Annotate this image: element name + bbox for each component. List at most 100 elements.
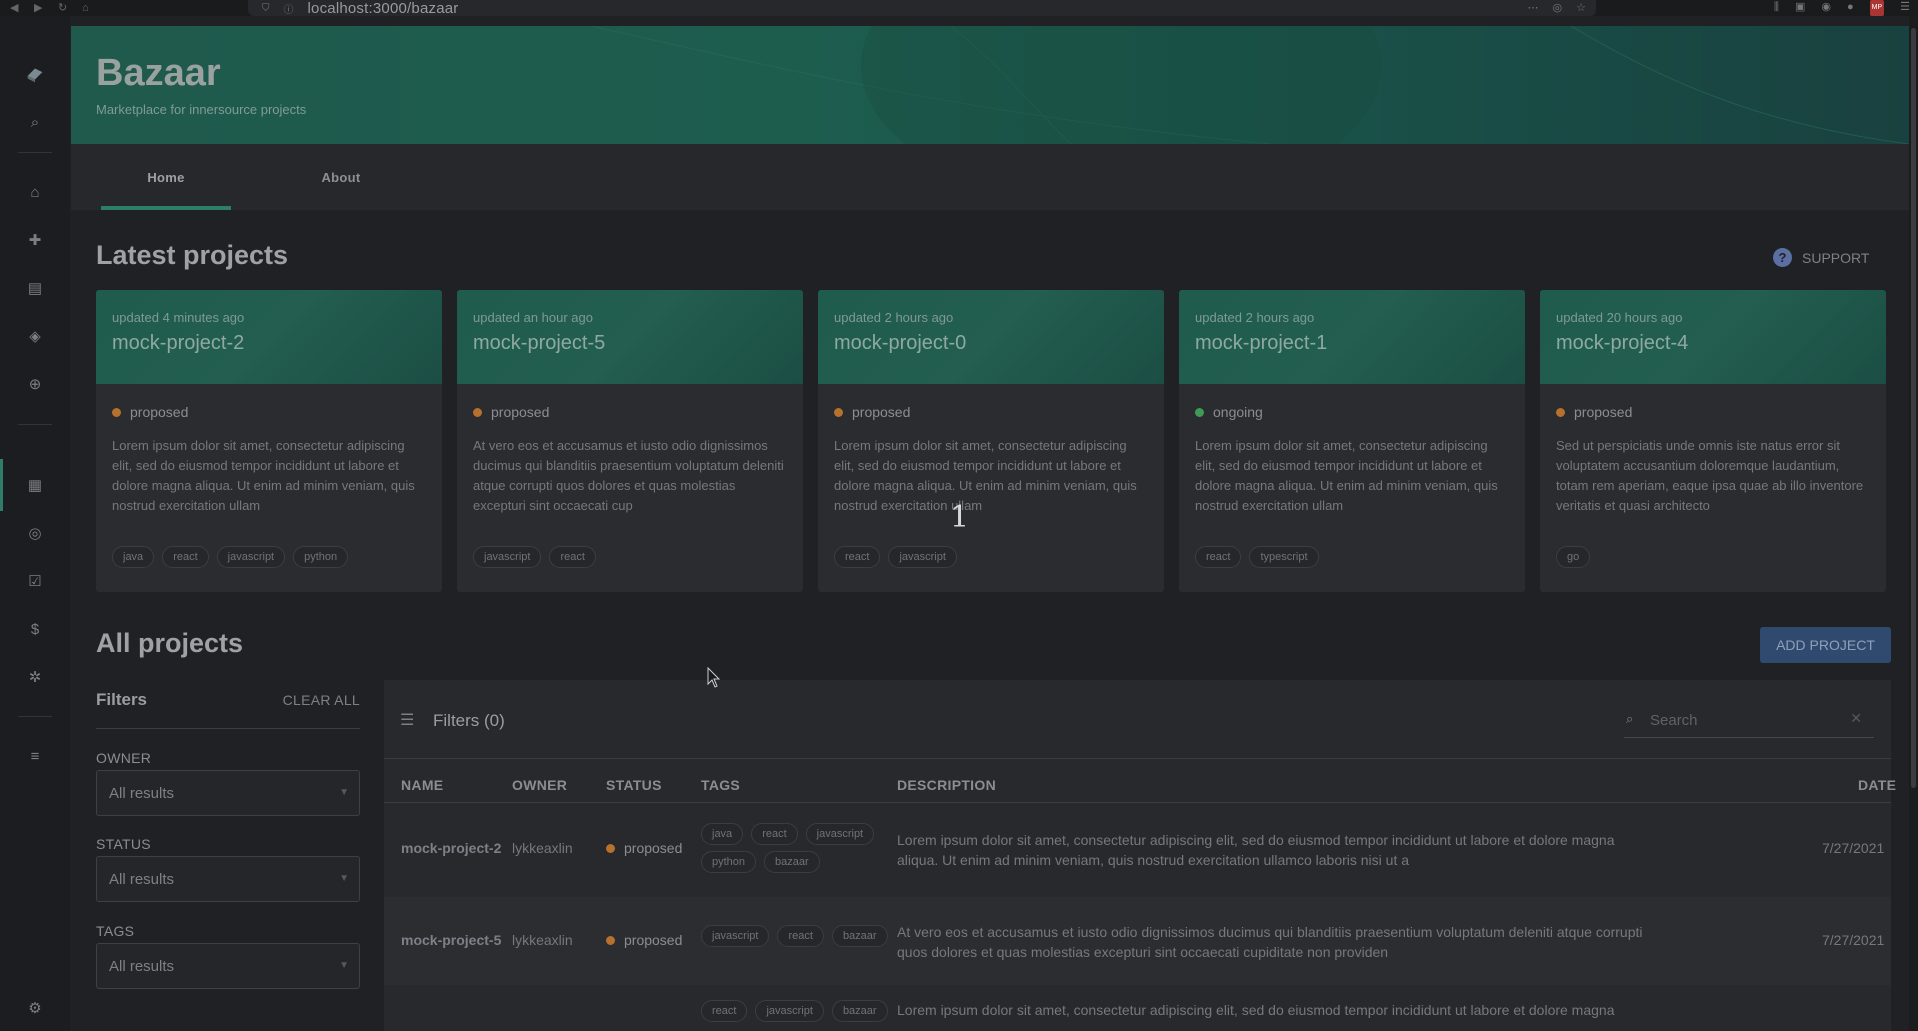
cost-icon[interactable]: $ — [0, 615, 70, 643]
project-card[interactable]: updated 4 minutes ago mock-project-2 pro… — [96, 290, 442, 592]
project-card[interactable]: updated 20 hours ago mock-project-4 prop… — [1540, 290, 1886, 592]
radar-icon[interactable]: ◎ — [0, 519, 70, 547]
clear-search-icon[interactable]: ✕ — [1850, 710, 1862, 727]
home-nav-icon[interactable]: ⌂ — [0, 178, 70, 206]
tag-chip[interactable]: react — [701, 1000, 748, 1022]
project-card[interactable]: updated 2 hours ago mock-project-1 ongoi… — [1179, 290, 1525, 592]
row-name[interactable]: mock-project-5 — [401, 932, 501, 948]
filter-list-icon[interactable]: ☰ — [400, 710, 414, 730]
row-date: 7/27/2021 — [1822, 840, 1885, 856]
status-label: proposed — [624, 932, 683, 948]
support-button[interactable]: ? SUPPORT — [1773, 248, 1869, 267]
tag-chip[interactable]: python — [701, 851, 757, 873]
column-header-description[interactable]: DESCRIPTION — [897, 777, 996, 793]
project-card[interactable]: updated an hour ago mock-project-5 propo… — [457, 290, 803, 592]
checklist-icon[interactable]: ☑ — [0, 567, 70, 595]
card-name[interactable]: mock-project-2 — [112, 332, 244, 355]
card-updated: updated 4 minutes ago — [112, 310, 245, 325]
forward-icon[interactable]: ▶ — [34, 2, 48, 14]
tag-chip[interactable]: bazaar — [764, 851, 820, 873]
column-header-date[interactable]: DATE — [1858, 777, 1896, 793]
shield-icon: ⛉ — [262, 2, 270, 14]
tab-home[interactable]: Home — [101, 144, 231, 210]
playlist-icon[interactable]: ≡ — [0, 742, 70, 770]
status-filter-select[interactable]: All results ▼ — [96, 856, 360, 902]
tag-chip[interactable]: java — [112, 546, 155, 568]
tag-chip[interactable]: bazaar — [831, 925, 888, 947]
tag-chip[interactable]: react — [1195, 546, 1242, 568]
table-row[interactable]: react javascript bazaar Lorem ipsum dolo… — [384, 990, 1891, 1031]
table-row[interactable]: mock-project-5 lykkeaxlin proposed javas… — [384, 897, 1891, 985]
home-icon[interactable]: ⌂ — [82, 2, 96, 14]
pocket-icon[interactable]: ◎ — [1553, 0, 1563, 16]
tag-chip[interactable]: javascript — [473, 546, 542, 568]
row-status: proposed — [606, 840, 682, 856]
page-scrollbar[interactable] — [1909, 16, 1918, 1031]
filters-title: Filters — [96, 690, 148, 709]
tag-chip[interactable]: javascript — [701, 925, 770, 947]
gear-badge-icon[interactable]: ✲ — [0, 663, 70, 691]
puzzle-icon[interactable]: ✚ — [0, 226, 70, 254]
card-tags: go — [1556, 546, 1591, 568]
tag-chip[interactable]: react — [162, 546, 209, 568]
status-dot — [606, 935, 615, 945]
card-name[interactable]: mock-project-4 — [1556, 332, 1688, 355]
tag-chip[interactable]: javascript — [888, 546, 957, 568]
tab-about[interactable]: About — [276, 144, 406, 210]
sidebar-toggle-icon[interactable]: ▣ — [1795, 0, 1805, 16]
column-header-owner[interactable]: OWNER — [512, 777, 567, 793]
scrollbar-thumb[interactable] — [1911, 28, 1916, 788]
search-icon[interactable]: ⌕ — [0, 108, 70, 136]
column-header-status[interactable]: STATUS — [606, 777, 662, 793]
project-card[interactable]: updated 2 hours ago mock-project-0 propo… — [818, 290, 1164, 592]
logo-icon[interactable] — [0, 60, 70, 88]
create-icon[interactable]: ⊕ — [0, 370, 70, 398]
settings-icon[interactable]: ⚙ — [0, 994, 70, 1022]
status-label: proposed — [1574, 404, 1633, 420]
bazaar-store-icon[interactable]: ▦ — [0, 471, 70, 499]
add-project-button[interactable]: ADD PROJECT — [1760, 627, 1891, 663]
docs-icon[interactable]: ▤ — [0, 274, 70, 302]
tag-chip[interactable]: bazaar — [831, 1000, 888, 1022]
reload-icon[interactable]: ↻ — [58, 2, 72, 14]
more-icon[interactable]: ⋯ — [1528, 0, 1539, 16]
extension-mp-badge[interactable]: MP — [1869, 0, 1885, 16]
tag-chip[interactable]: react — [751, 823, 798, 845]
status-dot — [1556, 407, 1565, 417]
tag-chip[interactable]: javascript — [755, 1000, 824, 1022]
column-header-tags[interactable]: TAGS — [701, 777, 740, 793]
card-name[interactable]: mock-project-1 — [1195, 332, 1327, 355]
extension-icon[interactable]: ● — [1847, 0, 1854, 16]
bookmark-star-icon[interactable]: ☆ — [1576, 0, 1586, 16]
address-bar[interactable]: ⛉ ⓘ localhost:3000/bazaar ⋯ ◎ ☆ — [248, 0, 1596, 17]
tag-chip[interactable]: react — [834, 546, 881, 568]
card-name[interactable]: mock-project-5 — [473, 332, 605, 355]
search-input[interactable] — [1650, 710, 1840, 730]
search-field[interactable]: ⌕ ✕ — [1624, 700, 1874, 738]
tag-chip[interactable]: go — [1556, 546, 1591, 568]
tag-chip[interactable]: python — [293, 546, 349, 568]
tags-filter-select[interactable]: All results ▼ — [96, 943, 360, 989]
owner-filter-select[interactable]: All results ▼ — [96, 770, 360, 816]
row-description: Lorem ipsum dolor sit amet, consectetur … — [897, 1002, 1615, 1018]
tag-chip[interactable]: react — [777, 925, 824, 947]
library-icon[interactable]: ⫼ — [1774, 0, 1779, 16]
menu-icon[interactable]: ☰ — [1900, 0, 1910, 16]
clear-all-button[interactable]: CLEAR ALL — [283, 692, 360, 708]
card-status: proposed — [473, 404, 549, 420]
card-name[interactable]: mock-project-0 — [834, 332, 966, 355]
tag-chip[interactable]: typescript — [1249, 546, 1319, 568]
card-header: updated 2 hours ago mock-project-0 — [818, 290, 1164, 384]
chevron-down-icon: ▼ — [339, 787, 349, 798]
account-icon[interactable]: ◉ — [1821, 0, 1831, 16]
tag-chip[interactable]: react — [549, 546, 596, 568]
tag-chip[interactable]: java — [701, 823, 744, 845]
back-icon[interactable]: ◀ — [10, 2, 24, 14]
layers-icon[interactable]: ◈ — [0, 322, 70, 350]
row-name[interactable]: mock-project-2 — [401, 840, 501, 856]
table-row[interactable]: mock-project-2 lykkeaxlin proposed java … — [384, 803, 1891, 893]
url-text[interactable]: localhost:3000/bazaar — [308, 0, 459, 17]
column-header-name[interactable]: NAME — [401, 777, 443, 793]
tag-chip[interactable]: javascript — [216, 546, 286, 568]
tag-chip[interactable]: javascript — [805, 823, 875, 845]
